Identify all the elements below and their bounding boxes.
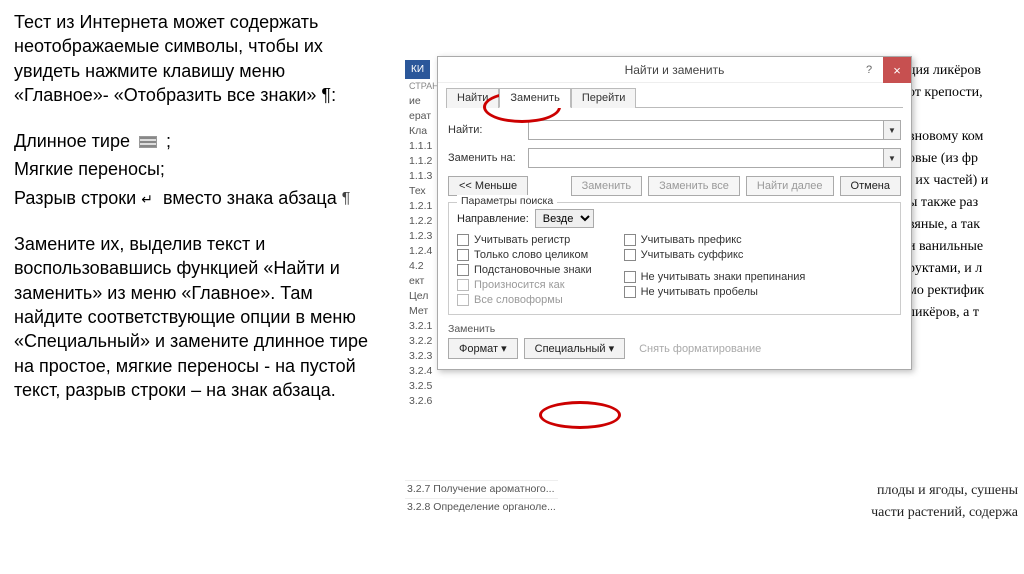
find-combo[interactable]: ▼	[528, 120, 901, 140]
instruction-p2: Замените их, выделив текст и воспользова…	[14, 232, 384, 402]
chk-ignore-spaces[interactable]: Не учитывать пробелы	[624, 286, 806, 298]
doc-line: руктами, и л	[908, 258, 1018, 280]
navigation-pane-bottom: 3.2.7 Получение ароматного... 3.2.8 Опре…	[405, 480, 558, 516]
list-item[interactable]: 3.2.5	[405, 379, 525, 394]
replace-label: Заменить на:	[448, 152, 528, 164]
doc-line: ция ликёров	[908, 60, 1018, 82]
doc-line: ликёров, а т	[908, 302, 1018, 324]
tab-find[interactable]: Найти	[446, 88, 499, 108]
chk-suffix[interactable]: Учитывать суффикс	[624, 249, 806, 261]
pilcrow-icon: ¶	[342, 188, 351, 210]
cancel-button[interactable]: Отмена	[840, 176, 901, 196]
document-text-below: плоды и ягоды, сушены части растений, со…	[871, 480, 1018, 524]
close-button[interactable]: ×	[883, 57, 911, 83]
doc-line: мо ректифик	[908, 280, 1018, 302]
no-formatting-button: Снять форматирование	[631, 340, 769, 358]
doc-line: вяные, а так	[908, 214, 1018, 236]
less-button[interactable]: << Меньше	[448, 176, 528, 196]
find-replace-dialog: Найти и заменить ? × Найти Заменить Пере…	[437, 56, 912, 370]
find-input[interactable]	[528, 120, 883, 140]
replace-input[interactable]	[528, 148, 883, 168]
direction-row: Направление: Везде	[457, 209, 892, 228]
chevron-down-icon[interactable]: ▼	[883, 120, 901, 140]
direction-label: Направление:	[457, 213, 529, 225]
doc-line: плоды и ягоды, сушены	[871, 480, 1018, 502]
chk-prefix[interactable]: Учитывать префикс	[624, 234, 806, 246]
replace-combo[interactable]: ▼	[528, 148, 901, 168]
em-dash-icon	[139, 136, 157, 148]
replace-section-label: Заменить	[448, 323, 901, 335]
doc-line: части растений, содержа	[871, 502, 1018, 524]
instruction-p1: Тест из Интернета может содержать неотоб…	[14, 10, 384, 107]
find-label: Найти:	[448, 124, 528, 136]
action-buttons: << Меньше Заменить Заменить все Найти да…	[448, 176, 901, 196]
find-field-row: Найти: ▼	[448, 120, 901, 140]
instruction-line-break: Разрыв строки ↵ вместо знака абзаца ¶	[14, 186, 384, 210]
replace-field-row: Заменить на: ▼	[448, 148, 901, 168]
instruction-line-hyphen: Мягкие переносы;	[14, 157, 384, 181]
doc-line: овые (из фр	[908, 148, 1018, 170]
help-button[interactable]: ?	[855, 57, 883, 83]
list-item[interactable]: 3.2.7 Получение ароматного...	[405, 480, 558, 498]
chk-ignore-punct[interactable]: Не учитывать знаки препинания	[624, 271, 806, 283]
replace-all-button[interactable]: Заменить все	[648, 176, 740, 196]
list-item[interactable]: 3.2.8 Определение органоле...	[405, 498, 558, 516]
doc-line: ы также раз	[908, 192, 1018, 214]
chevron-down-icon[interactable]: ▼	[883, 148, 901, 168]
doc-line: і их частей) и	[908, 170, 1018, 192]
instruction-text: Тест из Интернета может содержать неотоб…	[14, 10, 384, 406]
doc-line: от крепости,	[908, 82, 1018, 104]
dialog-titlebar[interactable]: Найти и заменить ? ×	[438, 57, 911, 83]
chk-word-forms: Все словоформы	[457, 294, 592, 306]
special-button[interactable]: Специальный ▾	[524, 338, 625, 359]
direction-select[interactable]: Везде	[535, 209, 594, 228]
search-options-group: Параметры поиска Направление: Везде Учит…	[448, 202, 901, 315]
list-item[interactable]: 3.2.6	[405, 394, 525, 409]
dialog-body: Найти: ▼ Заменить на: ▼ << Меньше Замени…	[438, 108, 911, 369]
dialog-tabs: Найти Заменить Перейти	[438, 83, 911, 107]
search-options-legend: Параметры поиска	[457, 195, 557, 207]
chk-whole-word[interactable]: Только слово целиком	[457, 249, 592, 261]
chk-sounds-like: Произносится как	[457, 279, 592, 291]
chk-match-case[interactable]: Учитывать регистр	[457, 234, 592, 246]
replace-format-section: Заменить Формат ▾ Специальный ▾ Снять фо…	[448, 323, 901, 359]
tab-goto[interactable]: Перейти	[571, 88, 637, 108]
checkbox-grid: Учитывать регистр Только слово целиком П…	[457, 234, 892, 306]
chk-wildcards[interactable]: Подстановочные знаки	[457, 264, 592, 276]
find-next-button[interactable]: Найти далее	[746, 176, 834, 196]
replace-button[interactable]: Заменить	[571, 176, 642, 196]
format-button[interactable]: Формат ▾	[448, 338, 518, 359]
doc-line: и ванильные	[908, 236, 1018, 258]
document-text: ция ликёров от крепости, вновому ком овы…	[908, 60, 1018, 324]
tab-replace[interactable]: Заменить	[499, 88, 570, 108]
doc-line: вновому ком	[908, 126, 1018, 148]
nav-header: КИ	[405, 60, 430, 79]
instruction-line-dash: Длинное тире ;	[14, 129, 384, 153]
line-break-icon: ↵	[141, 190, 153, 209]
dialog-title: Найти и заменить	[625, 63, 725, 77]
